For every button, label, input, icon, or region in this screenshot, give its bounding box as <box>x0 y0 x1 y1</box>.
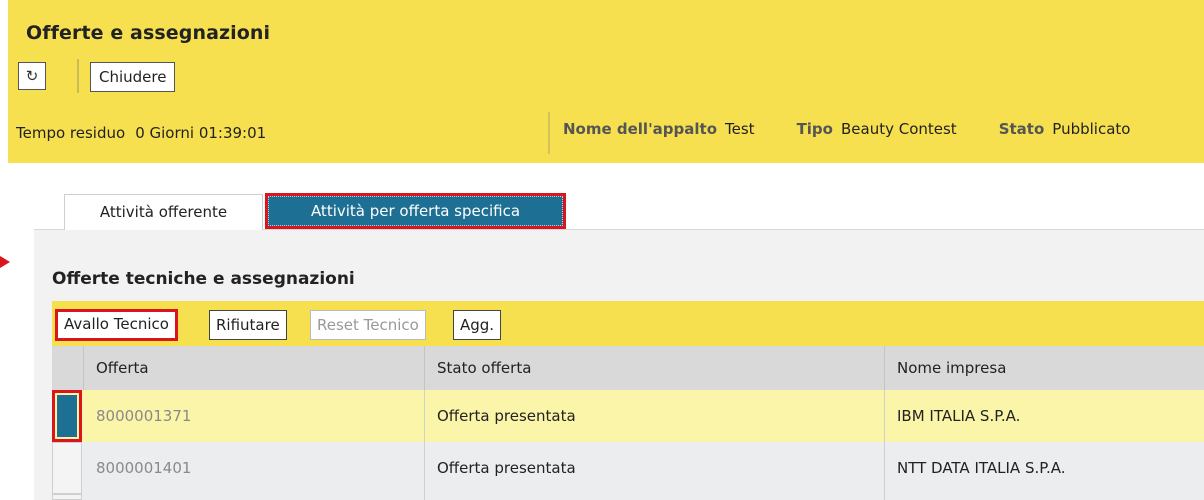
tab-label: Attività per offerta specifica <box>268 196 563 226</box>
row-selector[interactable] <box>52 442 82 494</box>
rifiutare-button[interactable]: Rifiutare <box>209 310 287 340</box>
table-header: Offerta Stato offerta Nome impresa <box>52 346 1204 390</box>
cell-stato-empty <box>425 494 885 500</box>
refresh-button[interactable]: ↻ <box>18 62 46 90</box>
cell-nome-impresa: IBM ITALIA S.P.A. <box>897 407 1021 425</box>
remaining-time-value: 0 Giorni 01:39:01 <box>135 124 267 142</box>
section-title: Offerte tecniche e assegnazioni <box>52 269 355 289</box>
tab-attivita-offerente[interactable]: Attività offerente <box>64 194 263 230</box>
toolbar-divider <box>77 59 79 93</box>
cell-offerta[interactable]: 8000001401 <box>84 442 425 494</box>
column-header-offerta[interactable]: Offerta <box>84 346 425 390</box>
remaining-time: Tempo residuo 0 Giorni 01:39:01 <box>16 124 266 142</box>
header-bar: Offerte e assegnazioni ↻ Chiudere Tempo … <box>8 0 1204 163</box>
app-window: Offerte e assegnazioni ↻ Chiudere Tempo … <box>0 0 1204 500</box>
cell-stato-offerta: Offerta presentata <box>425 390 885 442</box>
column-header-stato-offerta[interactable]: Stato offerta <box>425 346 885 390</box>
info-divider <box>548 112 550 154</box>
row-selector[interactable] <box>52 390 82 442</box>
tender-type-value: Beauty Contest <box>840 120 957 138</box>
avallo-tecnico-button[interactable]: Avallo Tecnico <box>55 309 178 341</box>
cell-offerta-empty <box>84 494 425 500</box>
row-selector-fill <box>57 395 77 437</box>
table-row[interactable]: 8000001371 Offerta presentata IBM ITALIA… <box>52 390 1204 442</box>
tender-name-label: Nome dell'appalto <box>563 120 718 138</box>
table-row[interactable]: 8000001401 Offerta presentata NTT DATA I… <box>52 442 1204 494</box>
cell-nome-impresa: NTT DATA ITALIA S.P.A. <box>897 459 1066 477</box>
page-title: Offerte e assegnazioni <box>26 22 271 44</box>
close-button[interactable]: Chiudere <box>90 62 176 92</box>
select-column-header <box>52 346 84 390</box>
table-toolbar: Avallo Tecnico Rifiutare Reset Tecnico A… <box>52 301 1204 346</box>
refresh-icon: ↻ <box>25 67 39 85</box>
reset-tecnico-button[interactable]: Reset Tecnico <box>310 310 426 340</box>
tender-status-value: Pubblicato <box>1052 120 1131 138</box>
table-row-partial <box>52 494 1204 500</box>
cell-offerta[interactable]: 8000001371 <box>84 390 425 442</box>
cell-stato-offerta: Offerta presentata <box>425 442 885 494</box>
tender-name-value: Test <box>725 120 755 138</box>
tab-attivita-per-offerta-specifica[interactable]: Attività per offerta specifica <box>265 193 566 229</box>
pointer-arrow-icon <box>0 256 10 268</box>
tender-status-label: Stato <box>998 120 1045 138</box>
agg-button[interactable]: Agg. <box>453 310 502 340</box>
remaining-time-label: Tempo residuo <box>16 124 126 142</box>
row-selector[interactable] <box>52 494 82 500</box>
column-header-nome-impresa[interactable]: Nome impresa <box>885 346 1204 390</box>
tender-type-label: Tipo <box>796 120 833 138</box>
tender-info: Nome dell'appalto Test Tipo Beauty Contest S… <box>563 120 1172 138</box>
